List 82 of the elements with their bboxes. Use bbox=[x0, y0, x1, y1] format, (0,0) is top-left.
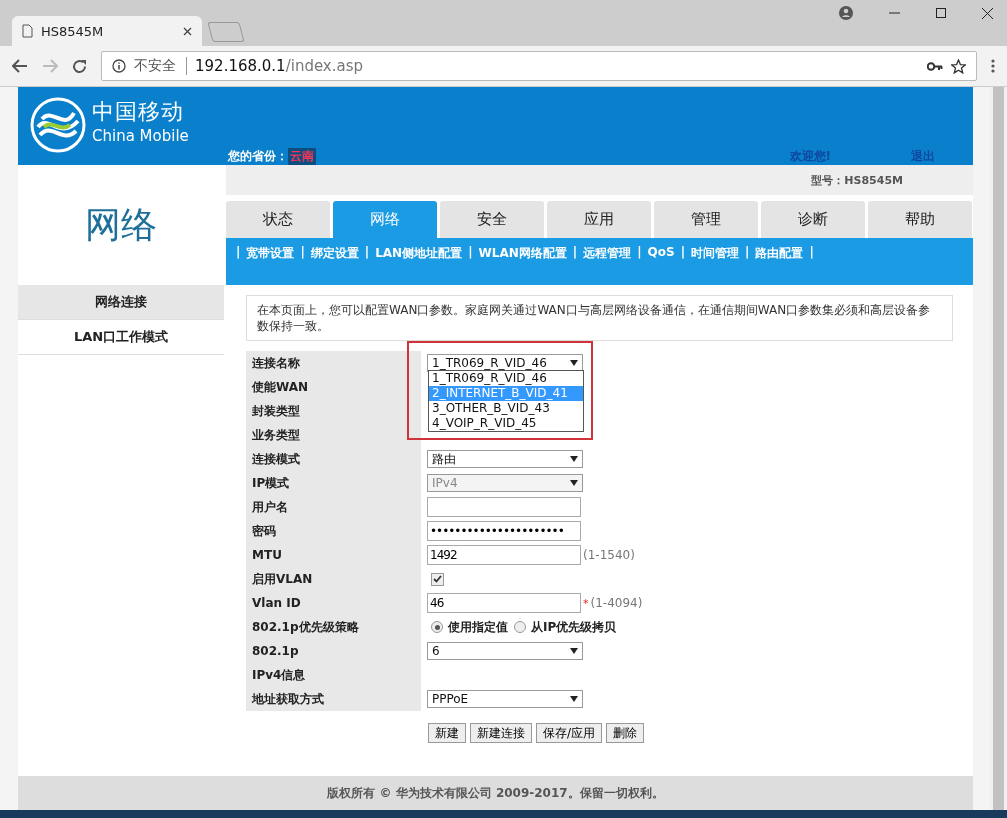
logo-text: China Mobile bbox=[92, 127, 189, 145]
caret-icon bbox=[570, 648, 578, 654]
back-arrow-icon[interactable] bbox=[12, 59, 28, 73]
radio-button[interactable] bbox=[431, 621, 443, 633]
info-icon[interactable] bbox=[112, 59, 126, 73]
form-button[interactable]: 保存/应用 bbox=[536, 723, 603, 743]
separator: | bbox=[364, 245, 370, 259]
field-label: 连接名称 bbox=[246, 351, 421, 375]
separator: | bbox=[637, 245, 642, 259]
province-label: 您的省份： bbox=[228, 148, 288, 165]
page-icon bbox=[22, 24, 33, 38]
checkbox[interactable] bbox=[431, 572, 444, 586]
security-label: 不安全 bbox=[134, 57, 187, 75]
dropdown-select[interactable]: PPPoE bbox=[427, 690, 583, 708]
dropdown-select[interactable]: 路由 bbox=[427, 450, 583, 468]
field-label: 802.1p bbox=[246, 639, 421, 663]
close-icon[interactable] bbox=[982, 7, 993, 19]
radio-label: 使用指定值 bbox=[448, 618, 508, 636]
caret-icon bbox=[570, 456, 578, 462]
input-field[interactable]: 1492 bbox=[427, 545, 581, 565]
field-label: IPv4信息 bbox=[246, 663, 421, 687]
scrollbar-thumb[interactable] bbox=[993, 87, 1004, 810]
range-hint: (1-4094) bbox=[590, 596, 643, 610]
field-label: Vlan ID bbox=[246, 591, 421, 615]
key-icon[interactable] bbox=[927, 61, 943, 71]
field-label: IP模式 bbox=[246, 471, 421, 495]
nav-tab[interactable]: 管理 bbox=[654, 201, 758, 238]
separator: | bbox=[745, 245, 750, 259]
form-button[interactable]: 删除 bbox=[606, 723, 645, 743]
field-label: 802.1p优先级策略 bbox=[246, 615, 421, 639]
radio-label: 从IP优先级拷贝 bbox=[531, 618, 617, 636]
nav-tab[interactable]: 应用 bbox=[547, 201, 651, 238]
copyright-footer: 版权所有 © 华为技术有限公司 2009-2017。保留一切权利。 bbox=[18, 776, 973, 810]
close-icon[interactable] bbox=[183, 26, 192, 36]
caret-icon bbox=[570, 480, 578, 486]
model-label: 型号：HS8545M bbox=[226, 165, 973, 195]
required-mark: * bbox=[583, 596, 589, 610]
field-label: MTU bbox=[246, 543, 421, 567]
reload-icon[interactable] bbox=[72, 58, 87, 74]
dropdown-select[interactable]: 6 bbox=[427, 642, 583, 660]
nav-tab[interactable]: 帮助 bbox=[868, 201, 972, 238]
form-button[interactable]: 新建连接 bbox=[470, 723, 532, 743]
nav-tab[interactable]: 状态 bbox=[226, 201, 330, 238]
caret-icon bbox=[570, 696, 578, 702]
star-icon[interactable] bbox=[951, 58, 966, 74]
welcome-text: 欢迎您! bbox=[789, 148, 831, 165]
field-label: 密码 bbox=[246, 519, 421, 543]
separator: | bbox=[468, 245, 473, 259]
nav-tab[interactable]: 诊断 bbox=[761, 201, 865, 238]
caret-icon bbox=[570, 360, 578, 366]
separator: | bbox=[236, 245, 241, 259]
province-value: 云南 bbox=[288, 148, 316, 165]
logo-icon bbox=[30, 97, 86, 153]
form-button[interactable]: 新建 bbox=[428, 723, 466, 743]
field-label: 使能WAN bbox=[246, 375, 421, 399]
input-field[interactable] bbox=[427, 497, 581, 517]
field-label: 启用VLAN bbox=[246, 567, 421, 591]
separator: | bbox=[300, 245, 305, 259]
field-label: 业务类型 bbox=[246, 423, 421, 447]
separator: | bbox=[809, 245, 814, 259]
browser-tab[interactable]: HS8545M bbox=[12, 16, 202, 46]
description-text: 在本页面上，您可以配置WAN口参数。家庭网关通过WAN口与高层网络设备通信，在通信期间WAN口参数集必须和高层设备参数保持一致。 bbox=[246, 295, 953, 341]
field-label: 连接模式 bbox=[246, 447, 421, 471]
field-label: 用户名 bbox=[246, 495, 421, 519]
url-path: /index.asp bbox=[285, 57, 364, 75]
separator: | bbox=[572, 245, 578, 259]
nav-tab[interactable]: 安全 bbox=[440, 201, 544, 238]
separator: | bbox=[680, 245, 686, 259]
field-label: 地址获取方式 bbox=[246, 687, 421, 711]
maximize-icon[interactable] bbox=[936, 8, 946, 18]
input-field[interactable]: •••••••••••••••••••••• bbox=[427, 521, 581, 541]
field-label: 封装类型 bbox=[246, 399, 421, 423]
input-field[interactable]: 46 bbox=[427, 593, 581, 613]
logo-text: 中国移动 bbox=[92, 98, 185, 126]
sidebar-item[interactable]: 网络连接 bbox=[18, 285, 224, 320]
address-bar[interactable]: 不安全 192.168.0.1/index.asp bbox=[101, 51, 977, 81]
menu-icon[interactable] bbox=[991, 59, 995, 73]
radio-button[interactable] bbox=[514, 621, 526, 633]
profile-icon[interactable] bbox=[839, 6, 853, 20]
url-host: 192.168.0.1 bbox=[195, 57, 286, 75]
range-hint: (1-1540) bbox=[583, 548, 635, 562]
section-title: 网络 bbox=[84, 202, 158, 247]
